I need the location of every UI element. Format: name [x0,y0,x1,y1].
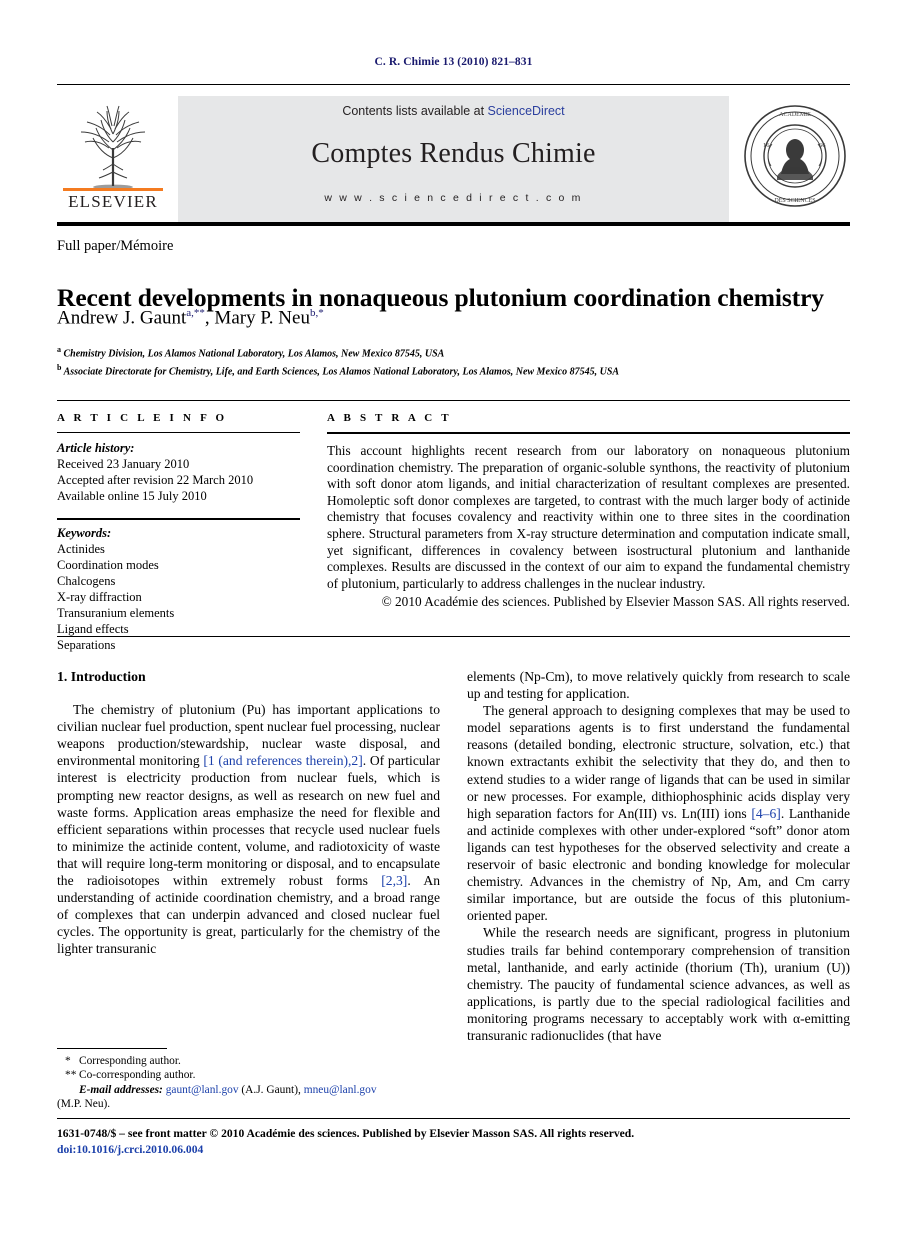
paragraph-text: The general approach to designing comple… [467,703,850,821]
keywords-label: Keywords: [57,526,112,540]
affiliation-b: b Associate Directorate for Chemistry, L… [57,361,857,379]
elsevier-orange-bar [63,188,163,191]
svg-text:66: 66 [819,142,826,149]
paragraph: The chemistry of plutonium (Pu) has impo… [57,701,440,957]
keyword-item[interactable]: Chalcogens [57,573,300,589]
keyword-item[interactable]: Separations [57,637,300,653]
svg-text:DES SCIENCES: DES SCIENCES [774,198,815,204]
author-2-affil-mark[interactable]: b,* [310,307,324,319]
history-received: Received 23 January 2010 [57,457,190,471]
footer-issn-line: 1631-0748/$ – see front matter © 2010 Ac… [57,1127,635,1140]
paragraph-text: . Of particular interest is electricity … [57,753,440,889]
svg-text:ACADEMIE: ACADEMIE [779,112,811,118]
email-label: E-mail addresses: [79,1083,163,1096]
affiliation-b-text: Associate Directorate for Chemistry, Lif… [61,366,620,378]
body-column-right: elements (Np-Cm), to move relatively qui… [467,668,850,1044]
footnote-email-continued: (M.P. Neu). [57,1098,111,1111]
keyword-item[interactable]: Transuranium elements [57,605,300,621]
author-1: Andrew J. Gaunt [57,307,187,329]
sciencedirect-url[interactable]: w w w . s c i e n c e d i r e c t . c o … [178,192,729,204]
article-info-divider [57,432,300,433]
article-info-heading: A R T I C L E I N F O [57,412,228,424]
history-accepted: Accepted after revision 22 March 2010 [57,473,254,487]
footnote-co-corresponding-author: ** Co-corresponding author. [57,1068,440,1082]
email-link-gaunt[interactable]: gaunt@lanl.gov [166,1084,239,1096]
citation-link[interactable]: [1 (and references therein),2] [203,753,362,768]
journal-masthead: ELSEVIER Contents lists available at Sci… [57,96,850,222]
header-divider [57,84,850,85]
academy-seal-icon: ACADEMIE DES SCIENCES 16 66 [744,105,846,207]
email-link-neu[interactable]: mneu@lanl.gov [304,1084,377,1096]
elsevier-wordmark: ELSEVIER [68,192,158,211]
body-column-left: 1. Introduction The chemistry of plutoni… [57,668,440,958]
keywords-divider [57,518,300,520]
affiliation-a: a Chemistry Division, Los Alamos Nationa… [57,343,857,361]
panel-top-rule [57,400,850,401]
abstract-column: A B S T R A C T This account highlights … [327,412,850,611]
author-separator: , [204,307,215,329]
section-heading-introduction: 1. Introduction [57,669,146,684]
footnotes: * Corresponding author. ** Co-correspondin… [57,1054,440,1112]
abstract-text: This account highlights recent research … [327,443,850,591]
affiliation-a-text: Chemistry Division, Los Alamos National … [61,348,445,360]
citation-link[interactable]: [2,3] [381,873,407,888]
author-list: Andrew J. Gaunta,**, Mary P. Neub,* [57,307,857,329]
footnote-text: Corresponding author. [79,1055,181,1067]
contents-available-line: Contents lists available at ScienceDirec… [178,104,729,118]
elsevier-logo: ELSEVIER [57,96,169,222]
elsevier-tree-icon [80,105,146,190]
paragraph: While the research needs are significant… [467,925,850,1043]
paragraph: The general approach to designing comple… [467,702,850,924]
paragraph: elements (Np-Cm), to move relatively qui… [467,669,850,702]
keyword-item[interactable]: Coordination modes [57,557,300,573]
footnote-text: Co-corresponding author. [79,1069,196,1082]
paragraph-text: . Lanthanide and actinide complexes with… [467,805,850,924]
footer: 1631-0748/$ – see front matter © 2010 Ac… [57,1126,850,1157]
author-2: Mary P. Neu [214,307,310,329]
footer-doi-link[interactable]: doi:10.1016/j.crci.2010.06.004 [57,1142,850,1158]
running-head: C. R. Chimie 13 (2010) 821–831 [374,56,533,68]
footnote-email-addresses: E-mail addresses: gaunt@lanl.gov (A.J. G… [57,1083,440,1097]
paper-type: Full paper/Mémoire [57,238,174,254]
keyword-item[interactable]: X-ray diffraction [57,589,300,605]
paper-page: C. R. Chimie 13 (2010) 821–831 ELSEVIER … [0,0,907,1238]
contents-prefix: Contents lists available at [342,104,488,118]
footnote-corresponding-author: * Corresponding author. [57,1054,440,1068]
masthead-bottom-rule [57,222,850,226]
history-online: Available online 15 July 2010 [57,489,207,503]
abstract-divider [327,432,850,434]
keyword-item[interactable]: Actinides [57,541,300,557]
footnote-mark: * [65,1055,71,1067]
email-attrib-1: (A.J. Gaunt), [238,1083,304,1096]
article-history-label: Article history: [57,441,135,455]
citation-link[interactable]: [4–6] [751,806,780,821]
panel-bottom-rule [57,636,850,637]
footnote-divider [57,1048,167,1049]
keyword-item[interactable]: Ligand effects [57,621,300,637]
keywords-block: Keywords: Actinides Coordination modes C… [57,518,300,653]
footnote-mark: ** [65,1069,77,1082]
author-1-affil-mark[interactable]: a,** [186,307,205,319]
abstract-copyright: © 2010 Académie des sciences. Published … [381,594,850,610]
svg-text:16: 16 [763,142,770,149]
article-info-column: A R T I C L E I N F O Article history: R… [57,412,300,653]
affiliations: a Chemistry Division, Los Alamos Nationa… [57,343,857,380]
journal-title: Comptes Rendus Chimie [311,138,596,169]
abstract-heading: A B S T R A C T [327,412,452,424]
footer-divider [57,1118,850,1119]
sciencedirect-link[interactable]: ScienceDirect [488,104,565,118]
